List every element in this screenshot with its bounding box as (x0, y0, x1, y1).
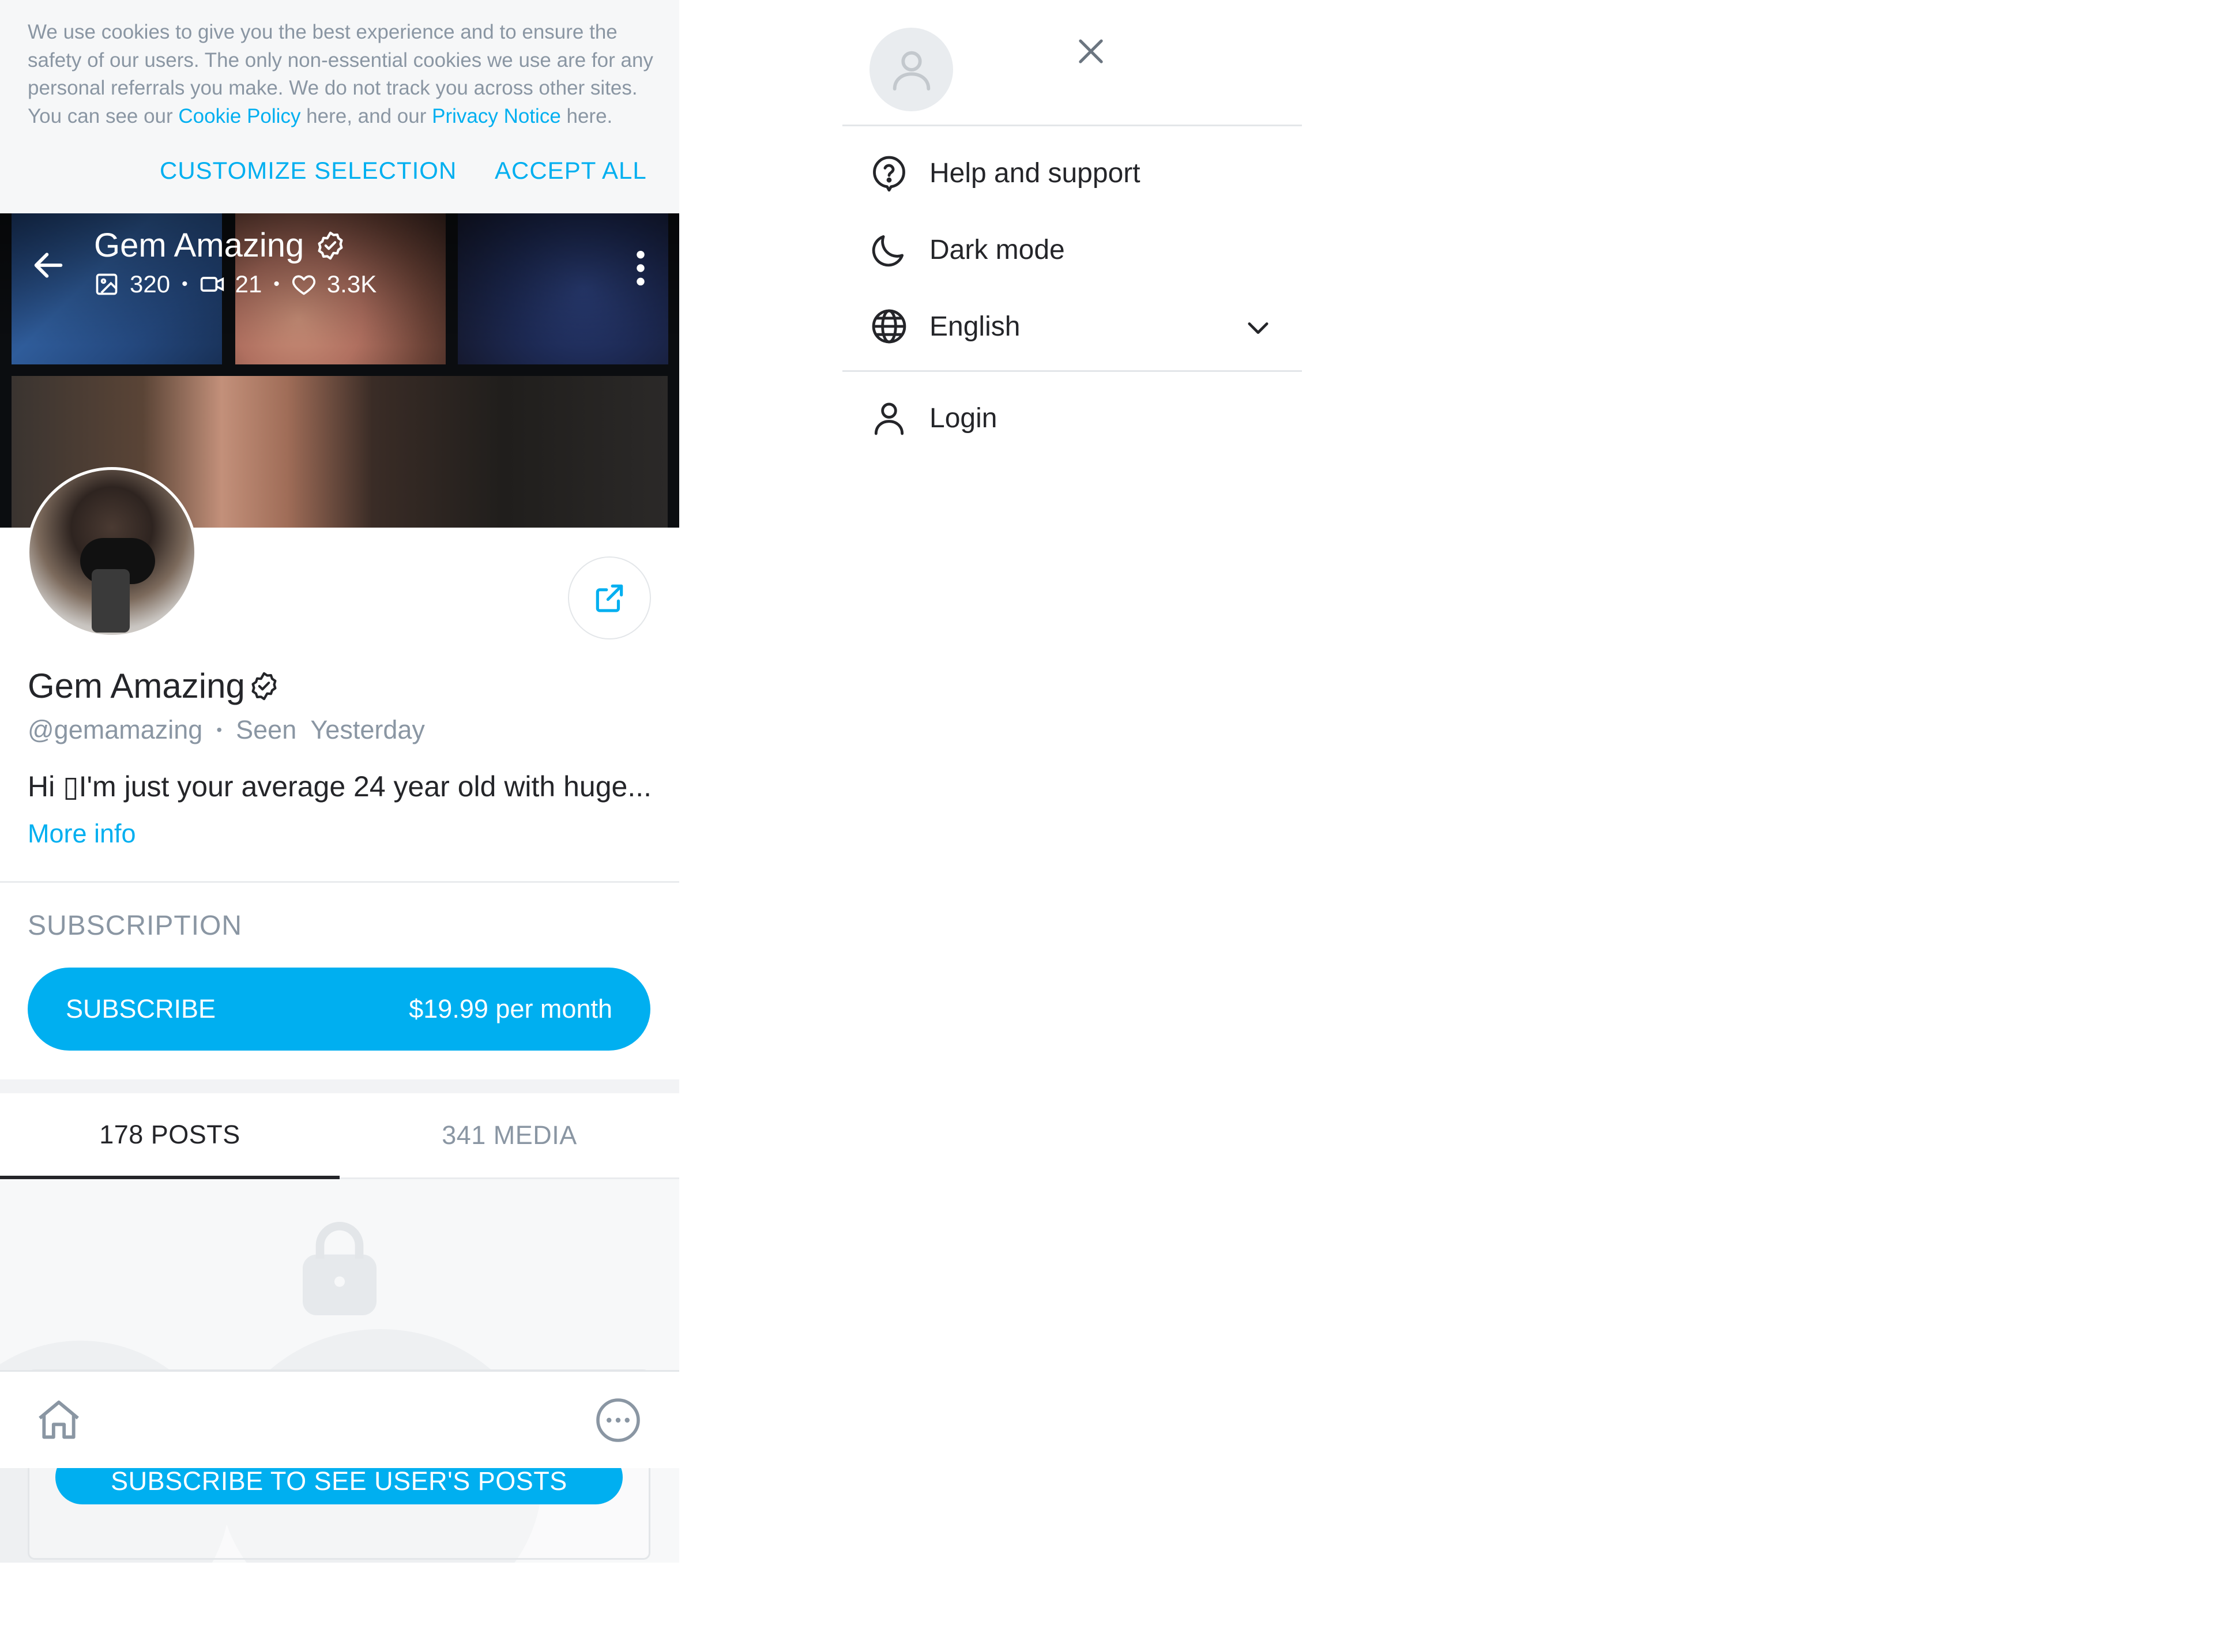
menu-item-help[interactable]: Help and support (869, 144, 1290, 202)
divider (0, 881, 679, 883)
menu-item-label: Dark mode (929, 234, 1065, 265)
customize-selection-button[interactable]: CUSTOMIZE SELECTION (160, 157, 457, 185)
more-vertical-icon[interactable] (632, 248, 649, 288)
tab-posts[interactable]: 178 POSTS (0, 1093, 340, 1179)
chevron-down-icon[interactable] (1243, 313, 1273, 343)
back-arrow-icon[interactable] (30, 247, 67, 284)
lock-icon (302, 1221, 377, 1316)
stats-separator: • (182, 274, 188, 293)
menu-avatar[interactable] (869, 28, 953, 111)
video-icon (200, 277, 224, 292)
menu-divider (842, 370, 1302, 372)
profile-handle: @gemamazing (28, 715, 203, 744)
heart-icon (292, 275, 315, 295)
menu-item-label: Login (929, 402, 997, 434)
section-gap (0, 1079, 679, 1093)
videos-count: 21 (235, 270, 262, 298)
privacy-notice-link[interactable]: Privacy Notice (432, 105, 561, 127)
default-user-icon (893, 51, 930, 91)
menu-item-label: English (929, 311, 1021, 342)
menu-item-language[interactable]: English (869, 298, 1290, 355)
subscribe-label: SUBSCRIBE (66, 994, 216, 1023)
photos-count: 320 (130, 270, 171, 298)
more-info-link[interactable]: More info (28, 819, 136, 849)
menu-item-login[interactable]: Login (869, 389, 1290, 447)
last-seen-text: Seen Yesterday (236, 715, 425, 744)
menu-item-dark-mode[interactable]: Dark mode (869, 221, 1290, 279)
cover-stats: 320 • 21 • 3.3K (94, 270, 377, 299)
cookie-policy-link[interactable]: Cookie Policy (178, 105, 300, 127)
globe-icon (872, 309, 906, 344)
handle-separator: • (216, 721, 223, 739)
share-icon (596, 584, 623, 612)
user-icon (874, 402, 904, 435)
avatar[interactable] (27, 467, 197, 638)
subscription-section-label: SUBSCRIPTION (28, 910, 243, 941)
menu-item-label: Help and support (929, 157, 1140, 189)
verified-badge-icon (318, 231, 343, 260)
handle-row: @gemamazing • Seen Yesterday (28, 715, 425, 745)
content-tabs: 178 POSTS 341 MEDIA (0, 1093, 679, 1179)
likes-count: 3.3K (326, 270, 377, 298)
cover-name: Gem Amazing (94, 227, 304, 264)
subscription-price: $19.99 per month (409, 994, 612, 1023)
bottom-nav (0, 1370, 679, 1468)
tab-media[interactable]: 341 MEDIA (340, 1093, 679, 1177)
close-icon[interactable] (1073, 33, 1109, 69)
stats-separator: • (273, 274, 280, 293)
cookie-banner: We use cookies to give you the best expe… (0, 0, 679, 213)
moon-icon (872, 235, 904, 267)
verified-badge-icon (251, 672, 277, 701)
cookie-text-part2: here, and our (300, 104, 432, 127)
profile-page: We use cookies to give you the best expe… (0, 0, 679, 1563)
accept-all-button[interactable]: ACCEPT ALL (495, 157, 647, 185)
avatar-detail (92, 569, 130, 633)
home-icon[interactable] (33, 1395, 84, 1446)
menu-divider (842, 125, 1302, 126)
subscribe-button[interactable]: SUBSCRIBE $19.99 per month (28, 968, 650, 1051)
profile-bio: Hi ▯I'm just your average 24 year old wi… (28, 770, 652, 803)
share-button[interactable] (568, 556, 651, 639)
image-icon (96, 273, 118, 295)
cookie-text-part3: here. (560, 104, 613, 127)
profile-name: Gem Amazing (28, 667, 245, 705)
side-menu: Help and support Dark mode English Login (842, 0, 1302, 438)
help-question-icon (873, 156, 905, 192)
cookie-banner-text: We use cookies to give you the best expe… (28, 18, 656, 130)
more-circle-icon[interactable] (594, 1396, 642, 1444)
